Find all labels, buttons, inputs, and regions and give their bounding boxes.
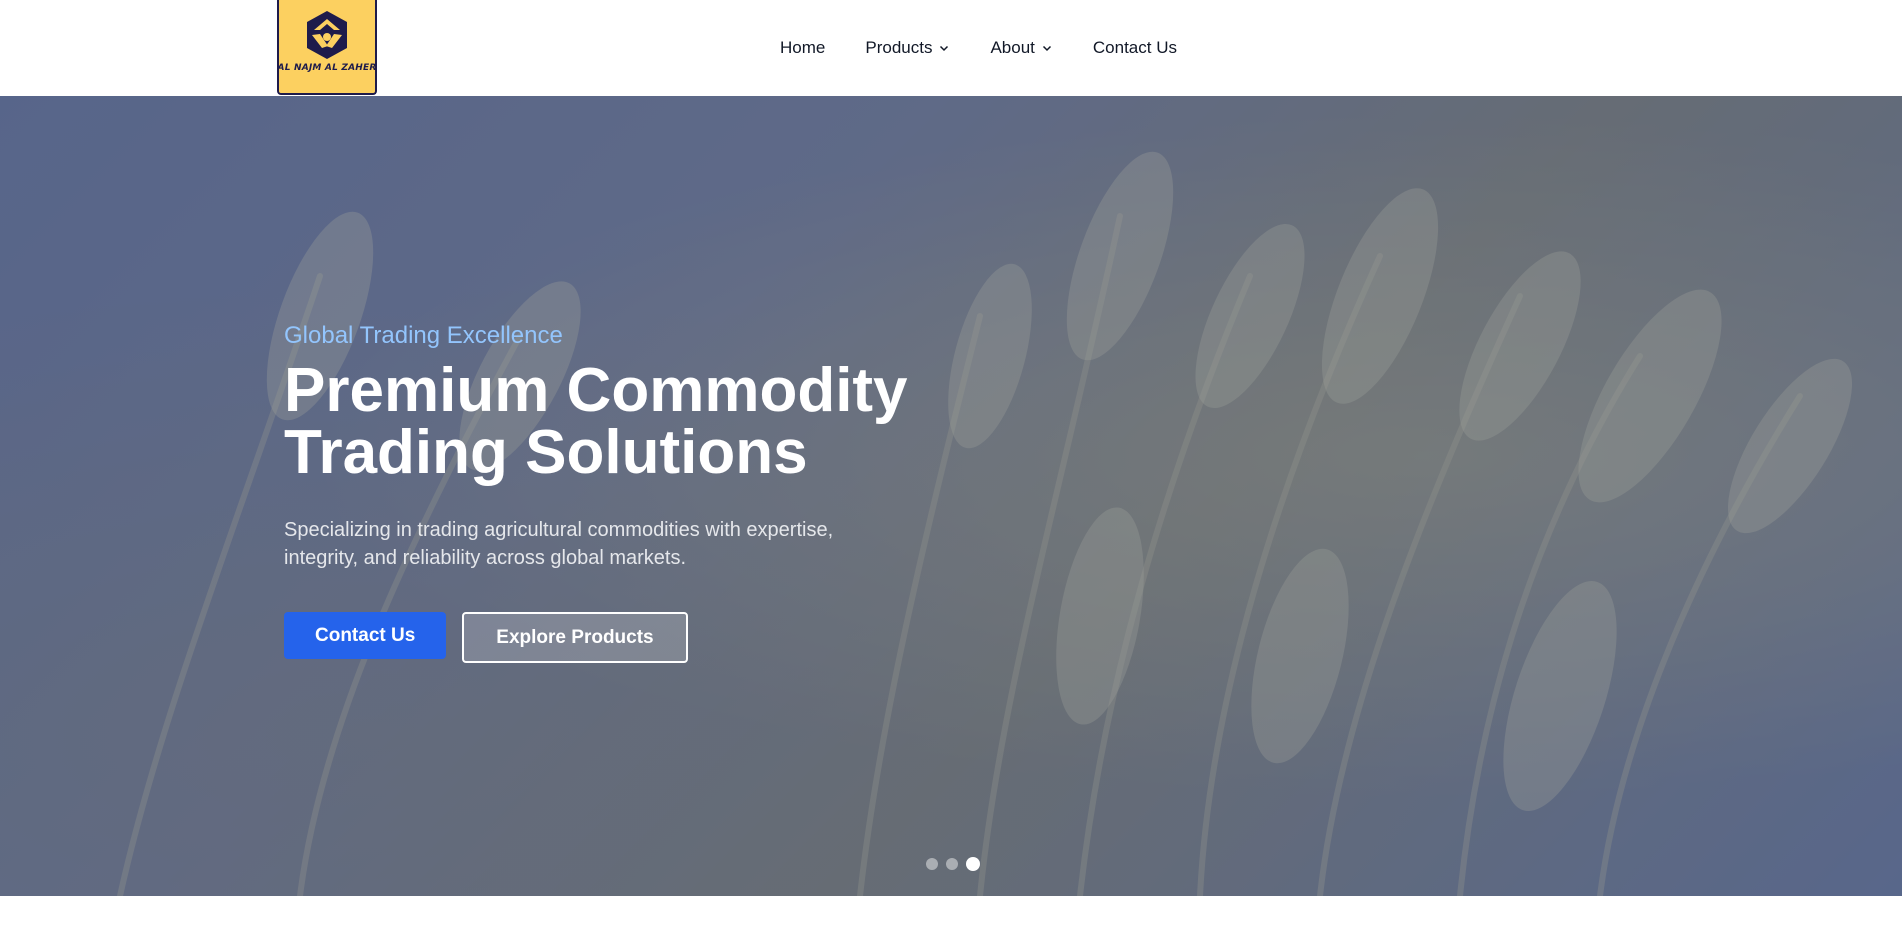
carousel-dot-1[interactable] bbox=[926, 858, 938, 870]
nav-item-label: Products bbox=[865, 38, 933, 57]
nav-item-products[interactable]: Products bbox=[865, 38, 950, 58]
nav-item-about[interactable]: About bbox=[990, 38, 1052, 58]
contact-us-button[interactable]: Contact Us bbox=[284, 612, 447, 659]
nav-item-label: About bbox=[990, 38, 1035, 57]
site-header: AL NAJM AL ZAHER Home Products About Con… bbox=[0, 0, 1902, 96]
hero-headline: Premium Commodity Trading Solutions bbox=[284, 360, 984, 484]
carousel-dot-3[interactable] bbox=[966, 857, 980, 871]
carousel-dot-2[interactable] bbox=[946, 858, 958, 870]
hero-subtext: Specializing in trading agricultural com… bbox=[284, 519, 834, 569]
nav-item-label: Contact Us bbox=[1092, 38, 1177, 57]
chevron-down-icon bbox=[940, 45, 949, 52]
main-nav: Home Products About Contact Us bbox=[780, 0, 1177, 96]
carousel-dots bbox=[926, 857, 980, 871]
brand-logo[interactable]: AL NAJM AL ZAHER bbox=[277, 0, 377, 95]
hero-cta-row: Contact Us Explore Products bbox=[284, 612, 984, 663]
explore-products-button[interactable]: Explore Products bbox=[462, 612, 688, 663]
hero-headline-line1: Premium Commodity bbox=[284, 356, 908, 425]
nav-item-label: Home bbox=[780, 38, 826, 57]
nav-item-contact[interactable]: Contact Us bbox=[1093, 38, 1177, 58]
logo-emblem-icon bbox=[307, 11, 347, 59]
logo-text: AL NAJM AL ZAHER bbox=[277, 63, 377, 73]
hero-content: Global Trading Excellence Premium Commod… bbox=[284, 322, 984, 663]
hero-section: Global Trading Excellence Premium Commod… bbox=[0, 96, 1902, 896]
chevron-down-icon bbox=[1042, 45, 1051, 52]
hero-eyebrow: Global Trading Excellence bbox=[284, 322, 563, 349]
nav-item-home[interactable]: Home bbox=[780, 38, 825, 58]
hero-headline-line2: Trading Solutions bbox=[284, 418, 808, 487]
